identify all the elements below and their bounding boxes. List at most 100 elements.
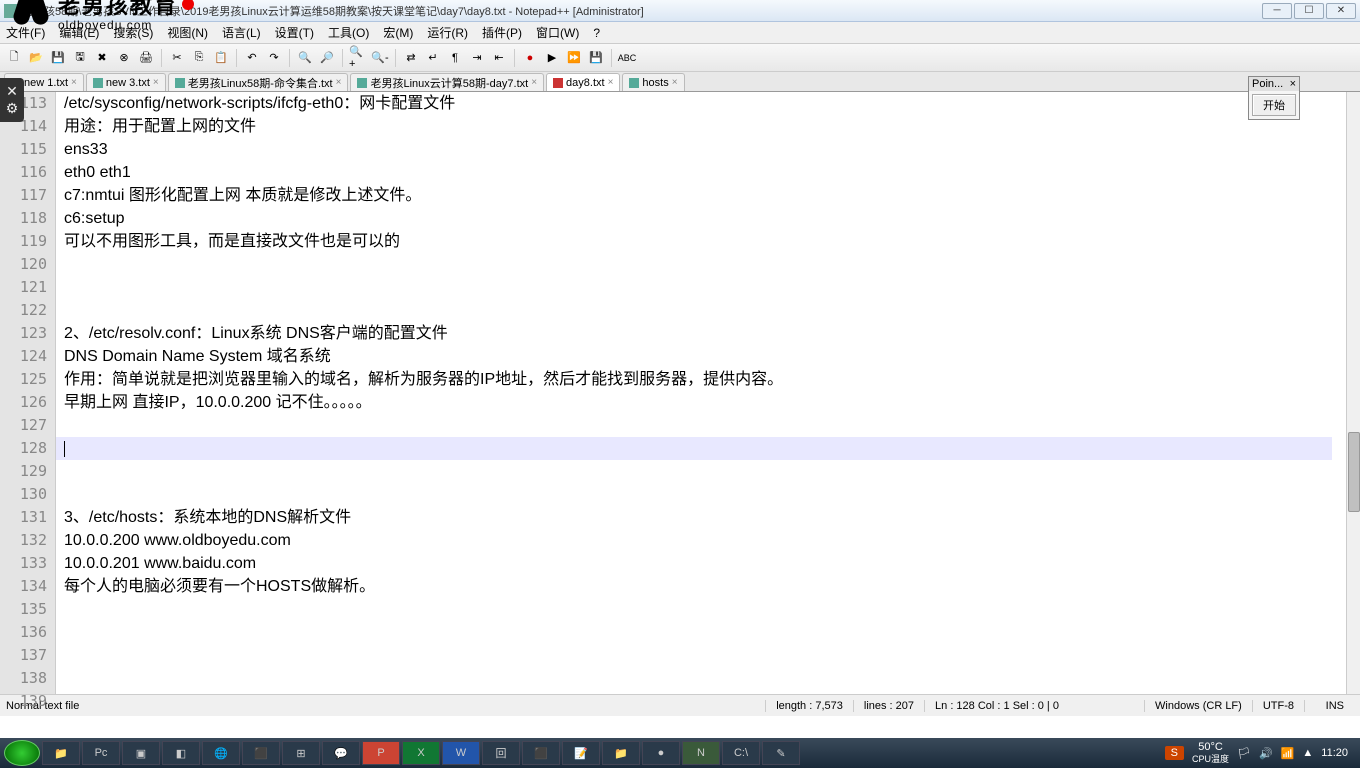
code-line[interactable]	[64, 437, 1346, 460]
task-excel[interactable]: X	[402, 741, 440, 765]
copy-icon[interactable]: ⎘	[189, 48, 209, 68]
menu-item[interactable]: 插件(P)	[482, 24, 522, 41]
open-icon[interactable]: 📂	[26, 48, 46, 68]
maximize-button[interactable]: ☐	[1294, 3, 1324, 19]
tray-time[interactable]: 11:20	[1321, 747, 1348, 759]
code-line[interactable]	[64, 690, 1346, 713]
task-app1[interactable]: Pc	[82, 741, 120, 765]
tab-close-icon[interactable]: ×	[608, 77, 614, 88]
tray-vol-icon[interactable]: 📶	[1281, 747, 1295, 760]
float-panel[interactable]: Poin...× 开始	[1248, 76, 1300, 120]
code-line[interactable]	[64, 667, 1346, 690]
new-icon[interactable]: 🗋	[4, 48, 24, 68]
task-app2[interactable]: ▣	[122, 741, 160, 765]
spellcheck-icon[interactable]: ABC	[617, 48, 637, 68]
task-app6[interactable]: ⊞	[282, 741, 320, 765]
savemacro-icon[interactable]: 💾	[586, 48, 606, 68]
cut-icon[interactable]: ✂	[167, 48, 187, 68]
closeall-icon[interactable]: ⊗	[114, 48, 134, 68]
menu-item[interactable]: 宏(M)	[383, 24, 413, 41]
close-button[interactable]: ✕	[1326, 3, 1356, 19]
code-line[interactable]: 可以不用图形工具，而是直接改文件也是可以的	[64, 230, 1346, 253]
scroll-thumb[interactable]	[1348, 432, 1360, 512]
showall-icon[interactable]: ¶	[445, 48, 465, 68]
tab[interactable]: hosts×	[622, 73, 684, 91]
tray-net-icon[interactable]: 🔊	[1259, 747, 1273, 760]
play-icon[interactable]: ▶	[542, 48, 562, 68]
code-line[interactable]: c7:nmtui 图形化配置上网 本质就是修改上述文件。	[64, 184, 1346, 207]
code-line[interactable]: ens33	[64, 138, 1346, 161]
code-line[interactable]: 10.0.0.201 www.baidu.com	[64, 552, 1346, 575]
code-area[interactable]: /etc/sysconfig/network-scripts/ifcfg-eth…	[56, 92, 1346, 694]
tab-close-icon[interactable]: ×	[71, 77, 77, 88]
zoomout-icon[interactable]: 🔍-	[370, 48, 390, 68]
code-line[interactable]: 早期上网 直接IP，10.0.0.200 记不住。。。。。	[64, 391, 1346, 414]
start-button[interactable]	[4, 740, 40, 766]
task-ppt[interactable]: P	[362, 741, 400, 765]
tab[interactable]: 老男孩Linux58期-命令集合.txt×	[168, 73, 349, 91]
task-npp[interactable]: N	[682, 741, 720, 765]
find-icon[interactable]: 🔍	[295, 48, 315, 68]
tray-ime-icon[interactable]: S	[1165, 746, 1184, 760]
tab-close-icon[interactable]: ×	[531, 77, 537, 88]
task-app5[interactable]: ⬛	[242, 741, 280, 765]
menu-item[interactable]: 运行(R)	[427, 24, 468, 41]
menu-item[interactable]: 设置(T)	[275, 24, 314, 41]
task-app3[interactable]: ◧	[162, 741, 200, 765]
task-word[interactable]: W	[442, 741, 480, 765]
undo-icon[interactable]: ↶	[242, 48, 262, 68]
code-line[interactable]: 用途：用于配置上网的文件	[64, 115, 1346, 138]
task-edit[interactable]: ✎	[762, 741, 800, 765]
code-line[interactable]	[64, 414, 1346, 437]
code-line[interactable]: /etc/sysconfig/network-scripts/ifcfg-eth…	[64, 92, 1346, 115]
scrollbar[interactable]	[1346, 92, 1360, 694]
system-tray[interactable]: S 50°CCPU温度 🏳 🔊 📶 ▲ 11:20	[1165, 741, 1356, 765]
task-notes[interactable]: 📝	[562, 741, 600, 765]
redo-icon[interactable]: ↷	[264, 48, 284, 68]
code-line[interactable]	[64, 598, 1346, 621]
float-close-icon[interactable]: ×	[1290, 78, 1296, 90]
float-start-button[interactable]: 开始	[1252, 94, 1296, 116]
minimize-button[interactable]: ─	[1262, 3, 1292, 19]
code-line[interactable]	[64, 276, 1346, 299]
tab[interactable]: 老男孩Linux云计算58期-day7.txt×	[350, 73, 544, 91]
task-app4[interactable]: 🌐	[202, 741, 240, 765]
code-line[interactable]	[64, 644, 1346, 667]
menu-item[interactable]: 编辑(E)	[59, 24, 99, 41]
record-icon[interactable]: ●	[520, 48, 540, 68]
outdent-icon[interactable]: ⇤	[489, 48, 509, 68]
zoomin-icon[interactable]: 🔍+	[348, 48, 368, 68]
code-line[interactable]	[64, 253, 1346, 276]
menu-item[interactable]: ?	[593, 26, 600, 40]
code-line[interactable]: 2、/etc/resolv.conf：Linux系统 DNS客户端的配置文件	[64, 322, 1346, 345]
tab-close-icon[interactable]: ×	[153, 77, 159, 88]
menu-item[interactable]: 语言(L)	[222, 24, 261, 41]
tray-flag-icon[interactable]: 🏳	[1237, 747, 1251, 760]
side-handle[interactable]: ✕ ⚙	[0, 78, 24, 122]
tab-close-icon[interactable]: ×	[336, 77, 342, 88]
menu-item[interactable]: 工具(O)	[328, 24, 369, 41]
code-line[interactable]: DNS Domain Name System 域名系统	[64, 345, 1346, 368]
tab-close-icon[interactable]: ×	[672, 77, 678, 88]
code-line[interactable]: 10.0.0.200 www.oldboyedu.com	[64, 529, 1346, 552]
task-app7[interactable]: 💬	[322, 741, 360, 765]
tab[interactable]: new 3.txt×	[86, 73, 166, 91]
tab[interactable]: day8.txt×	[546, 73, 620, 91]
indent-icon[interactable]: ⇥	[467, 48, 487, 68]
paste-icon[interactable]: 📋	[211, 48, 231, 68]
playmulti-icon[interactable]: ⏩	[564, 48, 584, 68]
replace-icon[interactable]: 🔎	[317, 48, 337, 68]
wrap-icon[interactable]: ↵	[423, 48, 443, 68]
menu-item[interactable]: 搜索(S)	[113, 24, 153, 41]
code-line[interactable]	[64, 483, 1346, 506]
menu-item[interactable]: 视图(N)	[167, 24, 208, 41]
task-cmd[interactable]: C:\	[722, 741, 760, 765]
code-line[interactable]: 作用：简单说就是把浏览器里输入的域名，解析为服务器的IP地址，然后才能找到服务器…	[64, 368, 1346, 391]
code-line[interactable]: eth0 eth1	[64, 161, 1346, 184]
code-line[interactable]	[64, 621, 1346, 644]
code-line[interactable]	[64, 299, 1346, 322]
task-folder[interactable]: 📁	[602, 741, 640, 765]
task-term[interactable]: ⬛	[522, 741, 560, 765]
close-icon[interactable]: ✖	[92, 48, 112, 68]
code-line[interactable]: c6:setup	[64, 207, 1346, 230]
